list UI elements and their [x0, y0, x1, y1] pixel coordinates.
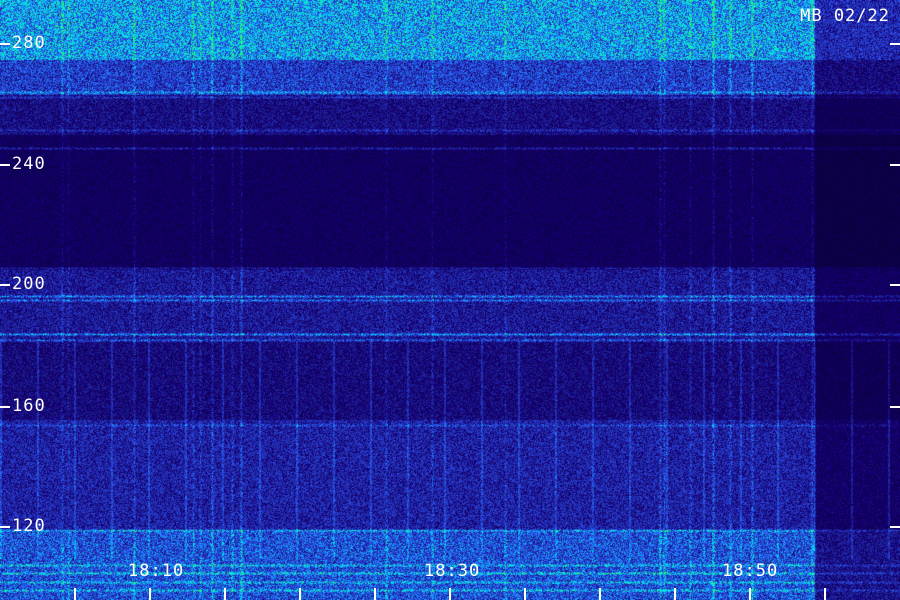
- spectrogram-image: [0, 0, 900, 600]
